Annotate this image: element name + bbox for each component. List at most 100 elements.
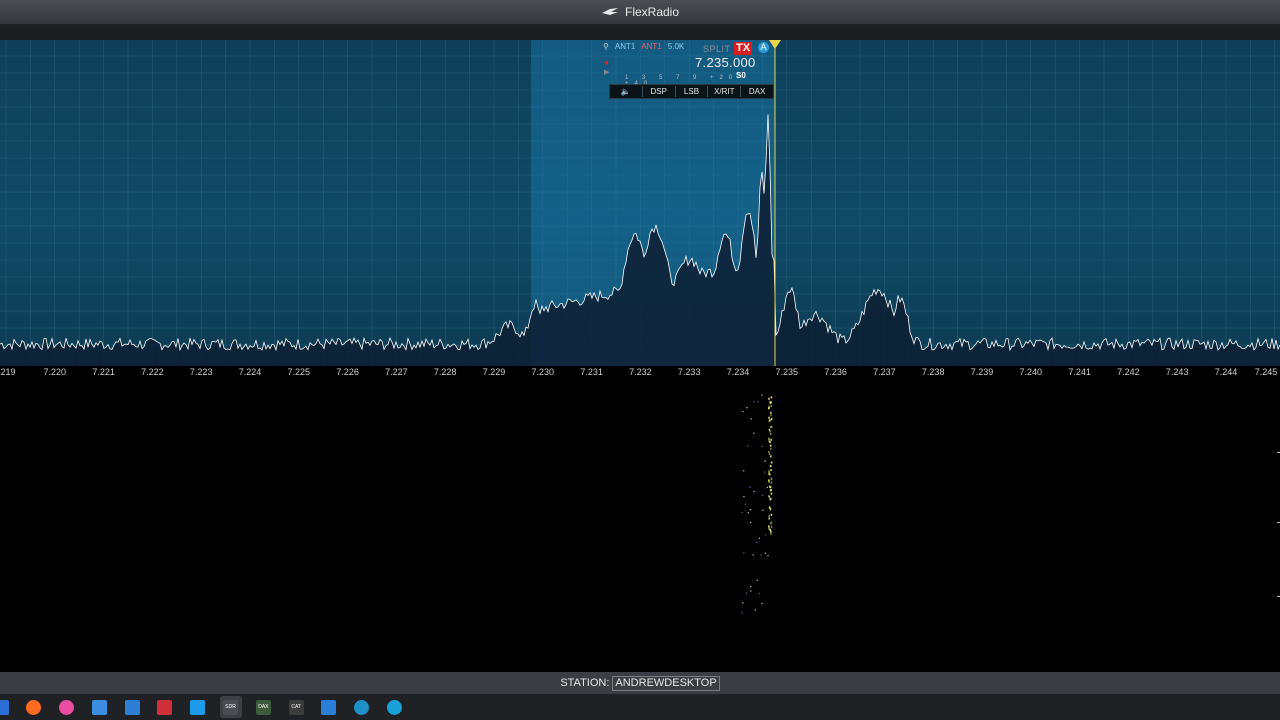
waterfall-signal <box>761 602 763 605</box>
waterfall-display[interactable] <box>0 380 1280 670</box>
frequency-tick-label: 7.234 <box>726 367 750 377</box>
waterfall-signal <box>749 508 752 511</box>
waterfall-signal <box>769 447 772 450</box>
edge-icon[interactable] <box>384 696 406 718</box>
waterfall-signal <box>752 554 754 556</box>
frequency-tick-label: 7.225 <box>287 367 311 377</box>
news-icon-glyph <box>157 699 173 715</box>
itunes-icon[interactable] <box>56 696 78 718</box>
waterfall-signal <box>761 394 763 396</box>
frequency-tick-label: 7.241 <box>1068 367 1091 377</box>
waterfall-signal <box>743 495 745 498</box>
station-label: STATION: <box>560 677 610 689</box>
frequency-tick-label: 7.235 <box>775 367 799 377</box>
waterfall-signal <box>764 471 766 473</box>
app-partial-icon[interactable] <box>0 696 12 718</box>
title-bar: FlexRadio <box>0 0 1280 25</box>
slice-letter-badge[interactable]: A <box>758 42 769 53</box>
frequency-tick-label: 7.221 <box>92 367 115 377</box>
edge-icon-glyph <box>387 699 403 715</box>
waterfall-signal <box>768 517 771 520</box>
xrit-button[interactable]: X/RIT <box>708 86 742 97</box>
waterfall-signal <box>750 418 752 420</box>
waterfall-signal <box>770 426 772 429</box>
waterfall-signal <box>770 414 772 417</box>
waterfall-signal <box>749 521 752 524</box>
firefox-icon[interactable] <box>23 696 45 718</box>
waterfall-signal <box>756 541 758 543</box>
slice-antenna-row: ⚲ ANT1 ANT1 5.0K <box>603 42 684 51</box>
waterfall-signal <box>758 592 760 595</box>
waterfall-signal <box>754 609 756 611</box>
rx-antenna[interactable]: ANT1 <box>615 42 635 51</box>
frequency-tick-label: 7.240 <box>1019 367 1043 377</box>
slice-flag[interactable]: ⚲ ANT1 ANT1 5.0K ● ▶ SPLIT TX A 7.235.00… <box>603 40 774 99</box>
photos-icon[interactable] <box>121 696 143 718</box>
taskbar: SDR DAX CAT <box>0 694 1280 720</box>
frequency-tick-label: 7.232 <box>629 367 652 377</box>
waterfall-signal <box>768 514 770 517</box>
photos-icon-glyph <box>124 699 140 715</box>
waterfall-signal <box>770 478 773 481</box>
frequency-tick-label: 7.224 <box>238 367 262 377</box>
waterfall-signal <box>753 490 755 493</box>
waterfall-signal <box>769 486 772 489</box>
dax-icon-glyph: DAX <box>255 699 271 715</box>
vfo-frequency[interactable]: 7.235.000 <box>695 55 756 70</box>
s-meter-value: S0 <box>736 71 746 80</box>
waterfall-signal <box>770 521 773 524</box>
waterfall-signal <box>742 602 744 604</box>
waterfall-signal <box>749 486 751 488</box>
dsp-button[interactable]: DSP <box>643 86 676 97</box>
dax-icon[interactable]: DAX <box>252 696 274 718</box>
frequency-tick-label: 219 <box>0 367 16 377</box>
waterfall-signal <box>770 438 773 441</box>
waterfall-signal <box>768 471 770 474</box>
waterfall-signal <box>766 486 769 489</box>
filter-width: 5.0K <box>667 42 685 51</box>
dax-button[interactable]: DAX <box>741 86 773 97</box>
waterfall-signal <box>769 528 771 531</box>
frequency-tick-label: 7.228 <box>433 367 457 377</box>
waterfall-signal <box>761 445 763 448</box>
waterfall-signal <box>769 496 771 499</box>
station-name[interactable]: ANDREWDESKTOP <box>612 675 720 691</box>
tx-button[interactable]: TX <box>734 42 753 55</box>
skype-icon[interactable] <box>187 696 209 718</box>
waterfall-signal <box>770 530 772 533</box>
frequency-tick-label: 7.226 <box>336 367 359 377</box>
frequency-tick-label: 7.222 <box>141 367 164 377</box>
waterfall-signal <box>770 405 773 408</box>
calendar-icon[interactable] <box>88 696 110 718</box>
tx-antenna[interactable]: ANT1 <box>641 42 661 51</box>
mode-button[interactable]: LSB <box>676 86 709 97</box>
frequency-tick-label: 7.233 <box>677 367 701 377</box>
waterfall-signal <box>767 555 769 557</box>
play-icon[interactable]: ▶ <box>604 68 609 76</box>
waterfall-signal <box>764 552 766 554</box>
waterfall-signal <box>768 525 770 528</box>
lock-icon[interactable]: ⚲ <box>603 42 609 51</box>
smartsdr-icon-glyph: SDR <box>223 699 239 715</box>
waterfall[interactable] <box>0 380 1280 670</box>
refresh-app-icon[interactable] <box>318 696 340 718</box>
waterfall-signal <box>741 511 743 514</box>
globe-icon[interactable] <box>351 696 373 718</box>
frequency-scale[interactable]: 219 7.220 7.221 7.222 7.223 7.224 7.225 7.226 7.… <box>0 366 1280 380</box>
frequency-tick-label: 7.237 <box>873 367 896 377</box>
cat-icon[interactable]: CAT <box>285 696 307 718</box>
split-button[interactable]: SPLIT <box>703 44 731 54</box>
waterfall-signal <box>760 554 762 556</box>
news-icon[interactable] <box>154 696 176 718</box>
waterfall-signal <box>770 469 772 472</box>
waterfall-signal <box>769 441 771 444</box>
frequency-tick-label: 7.227 <box>385 367 408 377</box>
waterfall-signal <box>770 513 773 516</box>
frequency-tick-label: 7.243 <box>1165 367 1189 377</box>
waterfall-signal <box>757 401 759 403</box>
smartsdr-icon[interactable]: SDR <box>219 696 242 718</box>
record-icon[interactable]: ● <box>604 58 609 67</box>
waterfall-signal <box>768 437 770 440</box>
waterfall-signal <box>756 579 758 581</box>
speaker-icon[interactable]: 🔈 <box>610 86 643 97</box>
